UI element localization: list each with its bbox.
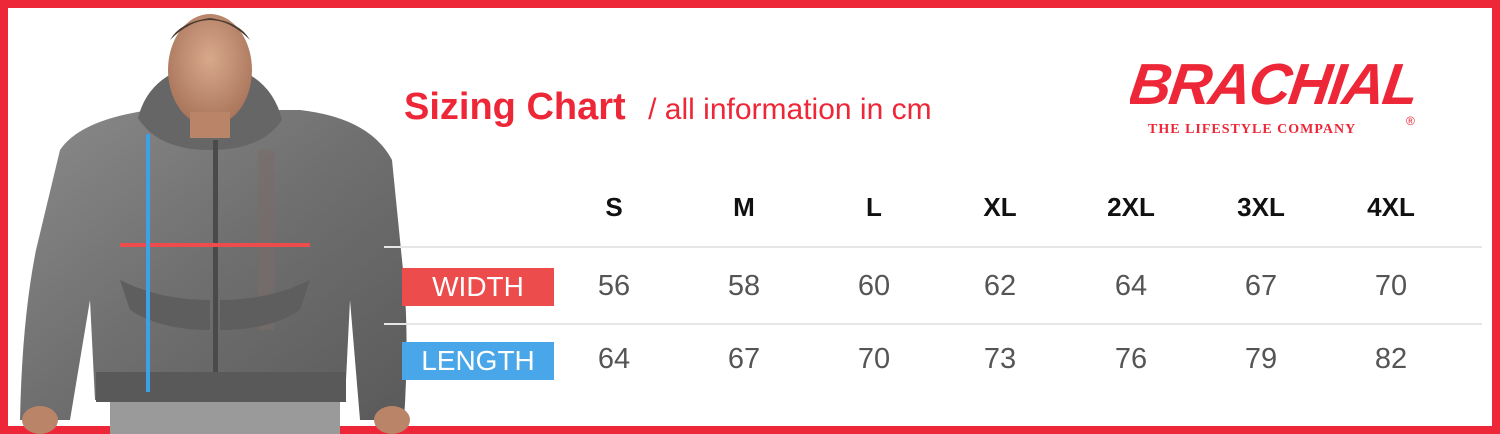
length-value-l: 70 xyxy=(857,343,891,375)
length-measure-line xyxy=(146,134,150,392)
length-value-2xl: 76 xyxy=(1114,343,1148,375)
chart-subtitle: / all information in cm xyxy=(648,93,932,126)
size-header-m: M xyxy=(733,192,755,222)
length-value-3xl: 79 xyxy=(1244,343,1278,375)
length-value-xl: 73 xyxy=(983,343,1017,375)
width-value-3xl: 67 xyxy=(1244,270,1278,302)
width-value-l: 60 xyxy=(857,270,891,302)
registered-mark: ® xyxy=(1406,114,1415,128)
chart-heading: Sizing Chart / all information in cm xyxy=(404,86,932,129)
size-header-4xl: 4XL xyxy=(1367,192,1415,222)
width-value-xl: 62 xyxy=(983,270,1017,302)
width-value-s: 56 xyxy=(597,270,631,302)
model-photo xyxy=(20,14,410,434)
size-header-s: S xyxy=(605,192,623,222)
length-row-label: LENGTH xyxy=(402,342,554,380)
row-divider xyxy=(384,246,1482,248)
brand-wordmark: BRACHIAL xyxy=(1130,52,1421,117)
brand-logo: BRACHIAL THE LIFESTYLE COMPANY ® xyxy=(1126,52,1426,144)
length-value-m: 67 xyxy=(727,343,761,375)
length-value-s: 64 xyxy=(597,343,631,375)
width-value-m: 58 xyxy=(727,270,761,302)
width-value-2xl: 64 xyxy=(1114,270,1148,302)
size-header-3xl: 3XL xyxy=(1237,192,1285,222)
row-divider xyxy=(384,323,1482,325)
size-header-l: L xyxy=(866,192,882,222)
size-header-xl: XL xyxy=(983,192,1017,222)
chart-title: Sizing Chart xyxy=(404,86,626,128)
brand-name: BRACHIAL xyxy=(1130,52,1421,117)
brand-tagline: THE LIFESTYLE COMPANY xyxy=(1148,122,1357,137)
width-value-4xl: 70 xyxy=(1374,270,1408,302)
length-value-4xl: 82 xyxy=(1374,343,1408,375)
width-row-label: WIDTH xyxy=(402,268,554,306)
size-header-2xl: 2XL xyxy=(1107,192,1155,222)
